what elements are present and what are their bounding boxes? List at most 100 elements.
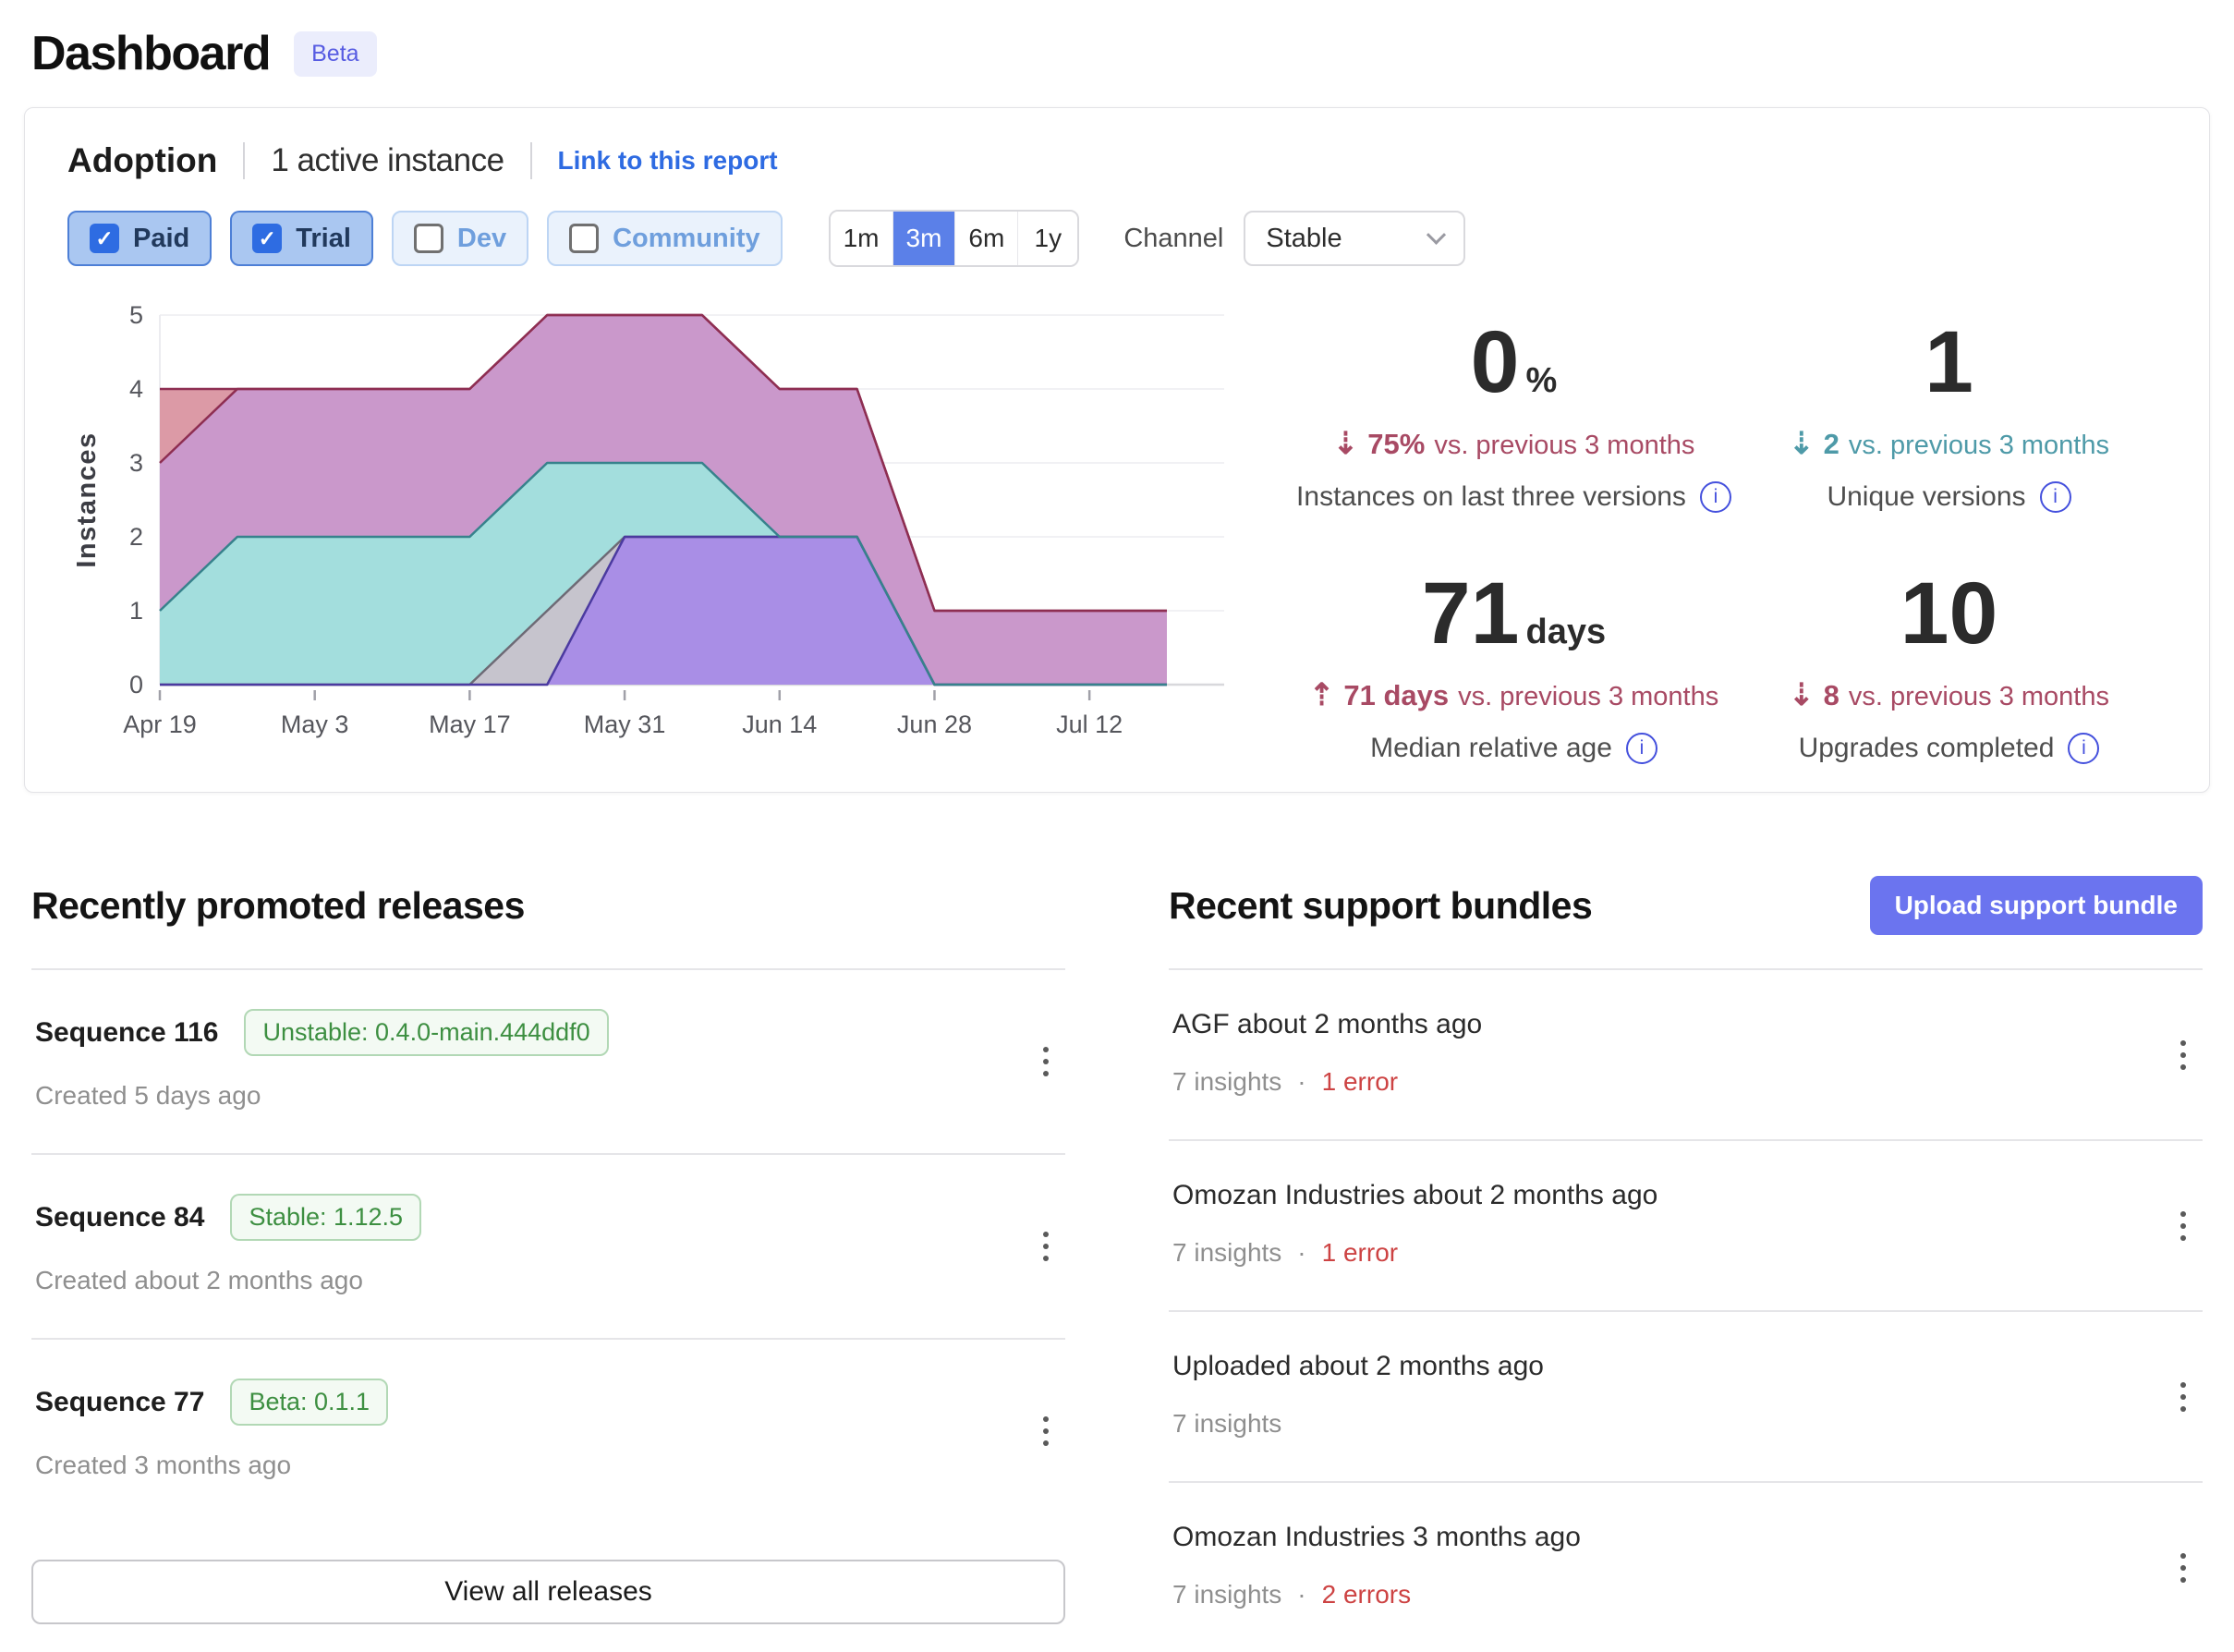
insights-count: 7 insights xyxy=(1172,1067,1281,1097)
release-version-badge: Unstable: 0.4.0-main.444ddf0 xyxy=(244,1009,608,1056)
page-header: Dashboard Beta xyxy=(0,0,2234,89)
stat-card: 71days ⇡71 daysvs. previous 3 months Media… xyxy=(1296,570,1731,764)
checkbox-checked-icon: ✓ xyxy=(252,224,282,253)
release-created-text: Created 5 days ago xyxy=(35,1081,1010,1111)
svg-text:Instances: Instances xyxy=(72,431,102,567)
stat-label: Median relative agei xyxy=(1296,733,1731,764)
adoption-card-header: Adoption 1 active instance Link to this … xyxy=(67,141,2167,180)
svg-text:2: 2 xyxy=(129,523,143,551)
bundle-meta: 7 insights xyxy=(1172,1409,2147,1439)
kebab-menu-icon[interactable] xyxy=(1032,1405,1060,1457)
svg-text:3: 3 xyxy=(129,449,143,477)
filter-chip-trial[interactable]: ✓ Trial xyxy=(230,211,373,266)
time-range-group: 1m3m6m1y xyxy=(829,210,1080,267)
stat-value: 0% xyxy=(1296,319,1731,407)
kebab-menu-icon[interactable] xyxy=(2169,1029,2197,1081)
channel-label: Channel xyxy=(1123,224,1223,254)
release-created-text: Created about 2 months ago xyxy=(35,1266,1010,1295)
svg-text:0: 0 xyxy=(129,671,143,698)
filter-chip-label: Paid xyxy=(133,224,189,254)
bundle-title: AGF about 2 months ago xyxy=(1172,1009,2147,1040)
kebab-menu-icon[interactable] xyxy=(2169,1371,2197,1423)
release-version-badge: Beta: 0.1.1 xyxy=(230,1379,388,1426)
kebab-menu-icon[interactable] xyxy=(1032,1221,1060,1272)
svg-text:Jun 28: Jun 28 xyxy=(897,711,972,738)
release-title-row: Sequence 116Unstable: 0.4.0-main.444ddf0 xyxy=(35,1009,1010,1056)
bundles-header-row: Recent support bundles Upload support bu… xyxy=(1169,872,2203,939)
insights-count: 7 insights xyxy=(1172,1238,1281,1268)
svg-text:Apr 19: Apr 19 xyxy=(123,711,197,738)
checkbox-unchecked-icon xyxy=(414,224,443,253)
stat-trend: ⇣75%vs. previous 3 months xyxy=(1296,425,1731,461)
info-icon[interactable]: i xyxy=(1700,481,1731,513)
release-row: Sequence 84 Stable: 1.12.5 Created about 2… xyxy=(31,1155,1065,1340)
stat-trend: ⇣2vs. previous 3 months xyxy=(1731,425,2167,461)
releases-header-row: Recently promoted releases xyxy=(31,872,1065,939)
link-to-report[interactable]: Link to this report xyxy=(558,146,778,176)
support-bundle-row: AGF about 2 months ago7 insights·1 error xyxy=(1169,970,2203,1141)
divider xyxy=(243,142,245,179)
svg-text:May 17: May 17 xyxy=(429,711,511,738)
kebab-menu-icon[interactable] xyxy=(1032,1036,1060,1087)
upload-support-bundle-button[interactable]: Upload support bundle xyxy=(1870,876,2203,935)
svg-text:4: 4 xyxy=(129,375,143,403)
filter-chip-paid[interactable]: ✓ Paid xyxy=(67,211,212,266)
release-created-text: Created 3 months ago xyxy=(35,1451,1010,1480)
stat-value: 71days xyxy=(1296,570,1731,658)
error-count: 1 error xyxy=(1322,1067,1398,1097)
release-title: Sequence 84 xyxy=(35,1202,204,1233)
support-bundle-row: Omozan Industries about 2 months ago 7 in… xyxy=(1169,1141,2203,1312)
filter-row: ✓ Paid ✓ Trial Dev Community 1m3m6m1y Channel… xyxy=(67,210,2167,267)
kebab-menu-icon[interactable] xyxy=(2169,1200,2197,1252)
range-button-1y[interactable]: 1y xyxy=(1018,212,1077,265)
release-title: Sequence 77 xyxy=(35,1387,204,1418)
chevron-down-icon xyxy=(1427,225,1446,244)
page-title: Dashboard xyxy=(31,26,270,81)
support-bundle-list: AGF about 2 months ago 7 insights·1 error… xyxy=(1169,970,2203,1652)
stat-card: 0% ⇣75%vs. previous 3 months Instances on … xyxy=(1296,319,1731,513)
release-version-badge: Stable: 1.12.5 xyxy=(230,1194,421,1241)
bundle-title: Omozan Industries about 2 months ago xyxy=(1172,1180,2147,1211)
insights-count: 7 insights xyxy=(1172,1409,1281,1439)
stat-label: Instances on last three versionsi xyxy=(1296,481,1731,513)
filter-chip-community[interactable]: Community xyxy=(547,211,783,266)
range-button-6m[interactable]: 6m xyxy=(955,212,1018,265)
info-icon[interactable]: i xyxy=(2068,733,2099,764)
bundle-meta: 7 insights·1 error xyxy=(1172,1238,2147,1268)
stat-card: 1 ⇣2vs. previous 3 months Unique versionsi xyxy=(1731,319,2167,513)
releases-section: Recently promoted releases Sequence 116U… xyxy=(31,872,1065,1652)
support-bundles-section: Recent support bundles Upload support bu… xyxy=(1169,872,2203,1652)
stat-card: 10⇣8vs. previous 3 monthsUpgrades comple… xyxy=(1731,570,2167,764)
error-count: 1 error xyxy=(1322,1238,1398,1268)
stat-value: 1 xyxy=(1731,319,2167,407)
bundles-heading: Recent support bundles xyxy=(1169,884,1592,928)
checkbox-unchecked-icon xyxy=(569,224,599,253)
error-count: 2 errors xyxy=(1322,1580,1411,1609)
channel-select[interactable]: Stable xyxy=(1244,211,1465,266)
trend-up-arrow-icon: ⇡ xyxy=(1309,677,1335,711)
release-row: Sequence 77 Beta: 0.1.1 Created 3 months a… xyxy=(31,1340,1065,1523)
svg-text:May 3: May 3 xyxy=(281,711,349,738)
svg-text:May 31: May 31 xyxy=(584,711,666,738)
svg-text:5: 5 xyxy=(129,301,143,329)
svg-text:Jun 14: Jun 14 xyxy=(742,711,817,738)
stat-label: Unique versionsi xyxy=(1731,481,2167,513)
range-button-1m[interactable]: 1m xyxy=(831,212,893,265)
stat-value: 10 xyxy=(1731,570,2167,658)
info-icon[interactable]: i xyxy=(2040,481,2071,513)
license-filter-chips: ✓ Paid ✓ Trial Dev Community xyxy=(67,211,783,266)
filter-chip-label: Trial xyxy=(296,224,351,254)
range-button-3m[interactable]: 3m xyxy=(893,212,956,265)
view-all-releases-button[interactable]: View all releases xyxy=(31,1560,1065,1624)
filter-chip-label: Dev xyxy=(457,224,506,254)
kebab-menu-icon[interactable] xyxy=(2169,1542,2197,1594)
releases-heading: Recently promoted releases xyxy=(31,884,525,928)
support-bundle-row: Uploaded about 2 months ago7 insights xyxy=(1169,1312,2203,1483)
checkbox-checked-icon: ✓ xyxy=(90,224,119,253)
stat-trend: ⇡71 daysvs. previous 3 months xyxy=(1296,676,1731,712)
filter-chip-dev[interactable]: Dev xyxy=(392,211,528,266)
stat-label: Upgrades completedi xyxy=(1731,733,2167,764)
trend-down-arrow-icon: ⇣ xyxy=(1333,426,1359,460)
info-icon[interactable]: i xyxy=(1626,733,1657,764)
channel-control: Channel Stable xyxy=(1123,211,1465,266)
